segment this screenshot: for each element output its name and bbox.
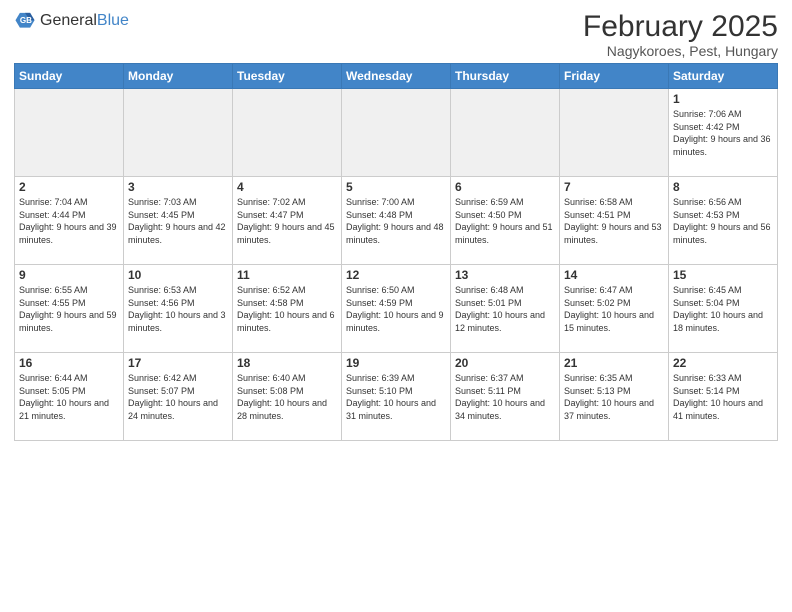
calendar-cell: 11 Sunrise: 6:52 AM Sunset: 4:58 PM Dayli… (233, 265, 342, 353)
day-info: Sunrise: 6:52 AM Sunset: 4:58 PM Dayligh… (237, 284, 337, 334)
day-info: Sunrise: 6:37 AM Sunset: 5:11 PM Dayligh… (455, 372, 555, 422)
day-info: Sunrise: 6:48 AM Sunset: 5:01 PM Dayligh… (455, 284, 555, 334)
day-info: Sunrise: 7:04 AM Sunset: 4:44 PM Dayligh… (19, 196, 119, 246)
day-number: 21 (564, 356, 664, 370)
calendar-cell (342, 89, 451, 177)
month-title: February 2025 (583, 10, 778, 43)
calendar-cell: 13 Sunrise: 6:48 AM Sunset: 5:01 PM Dayli… (451, 265, 560, 353)
calendar-week-4: 16 Sunrise: 6:44 AM Sunset: 5:05 PM Dayli… (15, 353, 778, 441)
day-info: Sunrise: 6:42 AM Sunset: 5:07 PM Dayligh… (128, 372, 228, 422)
day-number: 6 (455, 180, 555, 194)
calendar-cell: 20 Sunrise: 6:37 AM Sunset: 5:11 PM Dayli… (451, 353, 560, 441)
calendar-cell: 21 Sunrise: 6:35 AM Sunset: 5:13 PM Dayli… (560, 353, 669, 441)
calendar-cell (124, 89, 233, 177)
day-number: 9 (19, 268, 119, 282)
col-header-sunday: Sunday (15, 64, 124, 89)
calendar-cell (451, 89, 560, 177)
day-number: 20 (455, 356, 555, 370)
day-number: 10 (128, 268, 228, 282)
day-number: 13 (455, 268, 555, 282)
calendar-cell: 18 Sunrise: 6:40 AM Sunset: 5:08 PM Dayli… (233, 353, 342, 441)
calendar-week-3: 9 Sunrise: 6:55 AM Sunset: 4:55 PM Daylig… (15, 265, 778, 353)
day-number: 2 (19, 180, 119, 194)
logo: GB GeneralBlue (14, 10, 129, 32)
main-container: GB GeneralBlue February 2025 Nagykoroes,… (0, 0, 792, 447)
logo-blue: Blue (97, 12, 129, 30)
day-number: 18 (237, 356, 337, 370)
calendar-cell: 15 Sunrise: 6:45 AM Sunset: 5:04 PM Dayli… (669, 265, 778, 353)
day-info: Sunrise: 6:44 AM Sunset: 5:05 PM Dayligh… (19, 372, 119, 422)
day-number: 11 (237, 268, 337, 282)
logo-icon: GB (14, 10, 36, 32)
day-info: Sunrise: 6:47 AM Sunset: 5:02 PM Dayligh… (564, 284, 664, 334)
col-header-tuesday: Tuesday (233, 64, 342, 89)
day-number: 3 (128, 180, 228, 194)
day-info: Sunrise: 6:39 AM Sunset: 5:10 PM Dayligh… (346, 372, 446, 422)
calendar-cell: 8 Sunrise: 6:56 AM Sunset: 4:53 PM Daylig… (669, 177, 778, 265)
day-info: Sunrise: 6:40 AM Sunset: 5:08 PM Dayligh… (237, 372, 337, 422)
day-info: Sunrise: 6:59 AM Sunset: 4:50 PM Dayligh… (455, 196, 555, 246)
calendar-cell: 10 Sunrise: 6:53 AM Sunset: 4:56 PM Dayli… (124, 265, 233, 353)
calendar-cell: 4 Sunrise: 7:02 AM Sunset: 4:47 PM Daylig… (233, 177, 342, 265)
day-number: 4 (237, 180, 337, 194)
day-number: 12 (346, 268, 446, 282)
header: GB GeneralBlue February 2025 Nagykoroes,… (14, 10, 778, 59)
col-header-friday: Friday (560, 64, 669, 89)
calendar-week-1: 1 Sunrise: 7:06 AM Sunset: 4:42 PM Daylig… (15, 89, 778, 177)
day-info: Sunrise: 6:33 AM Sunset: 5:14 PM Dayligh… (673, 372, 773, 422)
calendar-cell: 9 Sunrise: 6:55 AM Sunset: 4:55 PM Daylig… (15, 265, 124, 353)
day-number: 22 (673, 356, 773, 370)
calendar-cell: 22 Sunrise: 6:33 AM Sunset: 5:14 PM Dayli… (669, 353, 778, 441)
day-number: 17 (128, 356, 228, 370)
day-info: Sunrise: 6:50 AM Sunset: 4:59 PM Dayligh… (346, 284, 446, 334)
calendar-table: SundayMondayTuesdayWednesdayThursdayFrid… (14, 63, 778, 441)
calendar-cell (233, 89, 342, 177)
calendar-cell: 12 Sunrise: 6:50 AM Sunset: 4:59 PM Dayli… (342, 265, 451, 353)
calendar-cell (560, 89, 669, 177)
logo-general: General (40, 12, 97, 30)
day-info: Sunrise: 6:55 AM Sunset: 4:55 PM Dayligh… (19, 284, 119, 334)
calendar-header-row: SundayMondayTuesdayWednesdayThursdayFrid… (15, 64, 778, 89)
day-number: 19 (346, 356, 446, 370)
col-header-thursday: Thursday (451, 64, 560, 89)
day-info: Sunrise: 7:06 AM Sunset: 4:42 PM Dayligh… (673, 108, 773, 158)
col-header-monday: Monday (124, 64, 233, 89)
day-info: Sunrise: 7:03 AM Sunset: 4:45 PM Dayligh… (128, 196, 228, 246)
day-info: Sunrise: 7:02 AM Sunset: 4:47 PM Dayligh… (237, 196, 337, 246)
day-info: Sunrise: 6:56 AM Sunset: 4:53 PM Dayligh… (673, 196, 773, 246)
logo-text: GeneralBlue (40, 12, 129, 30)
calendar-cell: 19 Sunrise: 6:39 AM Sunset: 5:10 PM Dayli… (342, 353, 451, 441)
calendar-week-2: 2 Sunrise: 7:04 AM Sunset: 4:44 PM Daylig… (15, 177, 778, 265)
calendar-cell: 7 Sunrise: 6:58 AM Sunset: 4:51 PM Daylig… (560, 177, 669, 265)
calendar-cell: 5 Sunrise: 7:00 AM Sunset: 4:48 PM Daylig… (342, 177, 451, 265)
calendar-cell: 1 Sunrise: 7:06 AM Sunset: 4:42 PM Daylig… (669, 89, 778, 177)
calendar-cell (15, 89, 124, 177)
calendar-cell: 6 Sunrise: 6:59 AM Sunset: 4:50 PM Daylig… (451, 177, 560, 265)
day-number: 8 (673, 180, 773, 194)
day-number: 7 (564, 180, 664, 194)
day-number: 15 (673, 268, 773, 282)
day-info: Sunrise: 6:35 AM Sunset: 5:13 PM Dayligh… (564, 372, 664, 422)
day-number: 14 (564, 268, 664, 282)
calendar-cell: 16 Sunrise: 6:44 AM Sunset: 5:05 PM Dayli… (15, 353, 124, 441)
day-info: Sunrise: 7:00 AM Sunset: 4:48 PM Dayligh… (346, 196, 446, 246)
title-block: February 2025 Nagykoroes, Pest, Hungary (583, 10, 778, 59)
day-info: Sunrise: 6:53 AM Sunset: 4:56 PM Dayligh… (128, 284, 228, 334)
col-header-saturday: Saturday (669, 64, 778, 89)
svg-text:GB: GB (20, 16, 32, 25)
calendar-cell: 3 Sunrise: 7:03 AM Sunset: 4:45 PM Daylig… (124, 177, 233, 265)
calendar-cell: 2 Sunrise: 7:04 AM Sunset: 4:44 PM Daylig… (15, 177, 124, 265)
location: Nagykoroes, Pest, Hungary (583, 43, 778, 59)
day-info: Sunrise: 6:58 AM Sunset: 4:51 PM Dayligh… (564, 196, 664, 246)
day-number: 16 (19, 356, 119, 370)
calendar-cell: 17 Sunrise: 6:42 AM Sunset: 5:07 PM Dayli… (124, 353, 233, 441)
calendar-cell: 14 Sunrise: 6:47 AM Sunset: 5:02 PM Dayli… (560, 265, 669, 353)
day-number: 1 (673, 92, 773, 106)
day-number: 5 (346, 180, 446, 194)
day-info: Sunrise: 6:45 AM Sunset: 5:04 PM Dayligh… (673, 284, 773, 334)
col-header-wednesday: Wednesday (342, 64, 451, 89)
